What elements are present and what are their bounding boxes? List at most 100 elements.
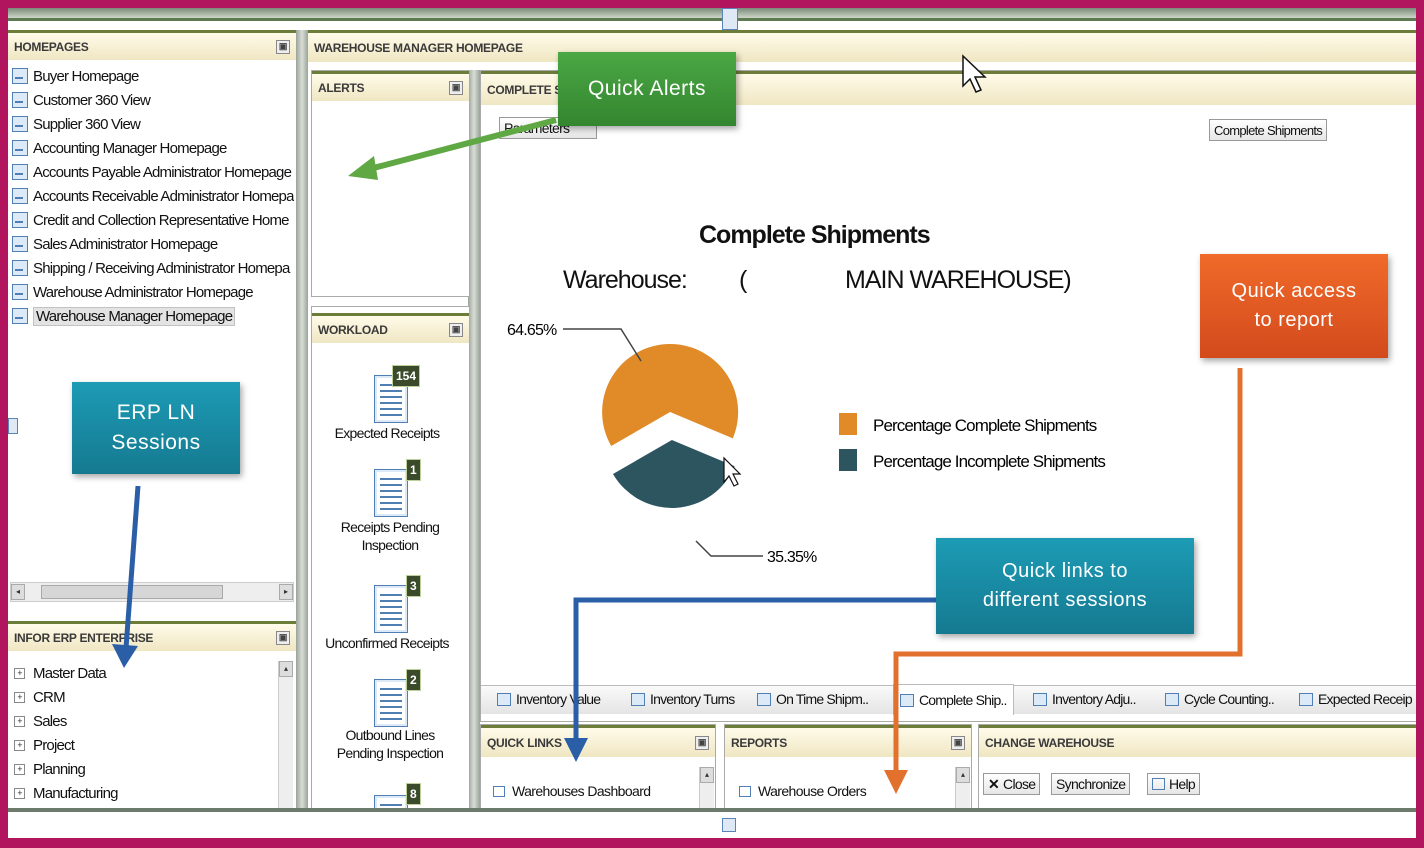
expand-icon[interactable]: +: [14, 739, 25, 751]
homepages-panel: HOMEPAGES ▣ Buyer Homepage Customer 360 …: [8, 30, 297, 605]
tree-item-planning[interactable]: + Planning: [10, 757, 280, 781]
receipts-pending-inspection-label[interactable]: Receipts Pending Inspection: [340, 519, 440, 554]
quick-links-v-scrollbar[interactable]: ▴: [699, 767, 714, 809]
report-link-warehouse-orders[interactable]: Warehouse Orders: [739, 783, 867, 799]
infor-erp-tree: + Master Data + CRM + Sales + Project + Plann…: [10, 661, 280, 805]
collapse-icon[interactable]: ▣: [449, 322, 463, 337]
outbound-lines-icon[interactable]: [374, 679, 408, 727]
change-warehouse-title: CHANGE WAREHOUSE: [985, 735, 1115, 750]
tree-item-project[interactable]: + Project: [10, 733, 280, 757]
homepage-item-warehouse-manager[interactable]: Warehouse Manager Homepage: [10, 304, 294, 328]
unconfirmed-receipts-label[interactable]: Unconfirmed Receipts: [312, 635, 462, 653]
homepage-item-label: Sales Administrator Homepage: [33, 235, 218, 253]
tab-label: Cycle Counting..: [1184, 691, 1275, 707]
homepage-item-label: Accounts Payable Administrator Homepage: [33, 163, 292, 181]
homepage-item-accounts-payable[interactable]: Accounts Payable Administrator Homepage: [10, 160, 294, 184]
tab-label: Complete Ship..: [919, 692, 1007, 708]
unconfirmed-receipts-icon[interactable]: [374, 585, 408, 633]
homepage-icon: [12, 236, 28, 252]
homepage-item-accounting-manager[interactable]: Accounting Manager Homepage: [10, 136, 294, 160]
receipts-pending-inspection-count: 1: [406, 459, 421, 481]
homepages-title: HOMEPAGES: [14, 39, 89, 54]
report-icon: [631, 692, 645, 706]
quick-link-label: Warehouses Dashboard: [512, 783, 651, 799]
report-icon: [757, 692, 771, 706]
reports-v-scrollbar[interactable]: ▴: [955, 767, 970, 809]
collapse-icon[interactable]: ▣: [449, 80, 463, 95]
collapse-icon[interactable]: ▣: [276, 39, 290, 54]
expected-receipts-label[interactable]: Expected Receipts: [312, 425, 462, 443]
tree-item-manufacturing[interactable]: + Manufacturing: [10, 781, 280, 805]
homepage-item-supplier-360[interactable]: Supplier 360 View: [10, 112, 294, 136]
left-splitter[interactable]: [296, 30, 308, 808]
tab-inventory-value[interactable]: Inventory Value: [497, 686, 601, 712]
homepage-item-accounts-receivable[interactable]: Accounts Receivable Administrator Homepa: [10, 184, 294, 208]
callout-quick-access-line2: to report: [1254, 309, 1334, 331]
tab-label: Inventory Value: [516, 691, 601, 707]
homepage-item-sales-admin[interactable]: Sales Administrator Homepage: [10, 232, 294, 256]
bottom-splitter-bar[interactable]: [8, 808, 1416, 838]
outbound-lines-label[interactable]: Outbound Lines Pending Inspection: [330, 727, 450, 762]
help-button[interactable]: Help: [1147, 773, 1200, 795]
expand-icon[interactable]: +: [14, 715, 25, 727]
synchronize-button[interactable]: Synchronize: [1051, 773, 1131, 795]
callout-quick-access-line1: Quick access: [1231, 280, 1357, 302]
homepages-h-scrollbar[interactable]: ◂ ▸: [10, 582, 294, 602]
splitter-handle-top[interactable]: [722, 8, 738, 30]
homepage-icon: [12, 308, 28, 324]
homepage-item-buyer[interactable]: Buyer Homepage: [10, 64, 294, 88]
homepage-item-warehouse-admin[interactable]: Warehouse Administrator Homepage: [10, 280, 294, 304]
scroll-up-icon[interactable]: ▴: [279, 661, 293, 677]
report-icon: [1299, 692, 1313, 706]
homepages-list: Buyer Homepage Customer 360 View Supplie…: [10, 64, 294, 328]
session-icon: [493, 785, 505, 797]
report-link-label: Warehouse Orders: [758, 783, 867, 799]
slice-label-complete: 64.65%: [507, 322, 557, 339]
report-icon: [497, 692, 511, 706]
homepage-item-customer-360[interactable]: Customer 360 View: [10, 88, 294, 112]
label-leader-complete: [563, 328, 642, 362]
scroll-up-icon[interactable]: ▴: [700, 767, 714, 783]
homepage-item-shipping-receiving[interactable]: Shipping / Receiving Administrator Homep…: [10, 256, 294, 280]
expand-icon[interactable]: +: [14, 763, 25, 775]
tab-complete-shipments[interactable]: Complete Ship..: [893, 684, 1014, 715]
close-icon: ✕: [988, 775, 1000, 792]
close-button[interactable]: ✕ Close: [983, 773, 1041, 795]
homepage-item-label: Warehouse Manager Homepage: [33, 306, 236, 326]
splitter-handle-left[interactable]: [8, 418, 18, 434]
pie-slice-incomplete[interactable]: [612, 439, 735, 508]
scroll-thumb[interactable]: [41, 585, 223, 599]
receipts-pending-inspection-icon[interactable]: [374, 469, 408, 517]
reports-title: REPORTS: [731, 735, 787, 750]
pie-slice-complete[interactable]: [602, 344, 739, 447]
top-splitter-bar[interactable]: [8, 8, 1416, 21]
scroll-up-icon[interactable]: ▴: [956, 767, 970, 783]
expand-icon[interactable]: +: [14, 667, 25, 679]
collapse-icon[interactable]: ▣: [695, 735, 709, 750]
homepage-item-label: Supplier 360 View: [33, 115, 141, 133]
tree-item-sales[interactable]: + Sales: [10, 709, 280, 733]
tab-inventory-turns[interactable]: Inventory Turns: [631, 686, 735, 712]
collapse-icon[interactable]: ▣: [951, 735, 965, 750]
tab-expected-receipts[interactable]: Expected Receip: [1299, 686, 1413, 712]
tab-on-time-shipments[interactable]: On Time Shipm..: [757, 686, 869, 712]
tree-item-crm[interactable]: + CRM: [10, 685, 280, 709]
scroll-left-icon[interactable]: ◂: [11, 584, 25, 600]
tab-cycle-counting[interactable]: Cycle Counting..: [1165, 686, 1275, 712]
reports-panel: REPORTS ▣ Warehouse Orders ▴: [724, 724, 972, 810]
homepage-icon: [12, 260, 28, 276]
collapse-icon[interactable]: ▣: [276, 630, 290, 645]
splitter-handle-bottom[interactable]: [722, 818, 736, 832]
infor-erp-v-scrollbar[interactable]: ▴: [278, 661, 293, 808]
homepage-item-label: Shipping / Receiving Administrator Homep…: [33, 259, 290, 277]
tree-item-master-data[interactable]: + Master Data: [10, 661, 280, 685]
expand-icon[interactable]: +: [14, 691, 25, 703]
scroll-right-icon[interactable]: ▸: [279, 584, 293, 600]
tab-inventory-adjustments[interactable]: Inventory Adju..: [1033, 686, 1137, 712]
slice-label-incomplete: 35.35%: [767, 549, 817, 566]
help-label: Help: [1169, 776, 1196, 792]
expand-icon[interactable]: +: [14, 787, 25, 799]
homepage-icon: [12, 284, 28, 300]
homepage-item-credit-collection[interactable]: Credit and Collection Representative Hom…: [10, 208, 294, 232]
quick-link-warehouses-dashboard[interactable]: Warehouses Dashboard: [493, 783, 651, 799]
